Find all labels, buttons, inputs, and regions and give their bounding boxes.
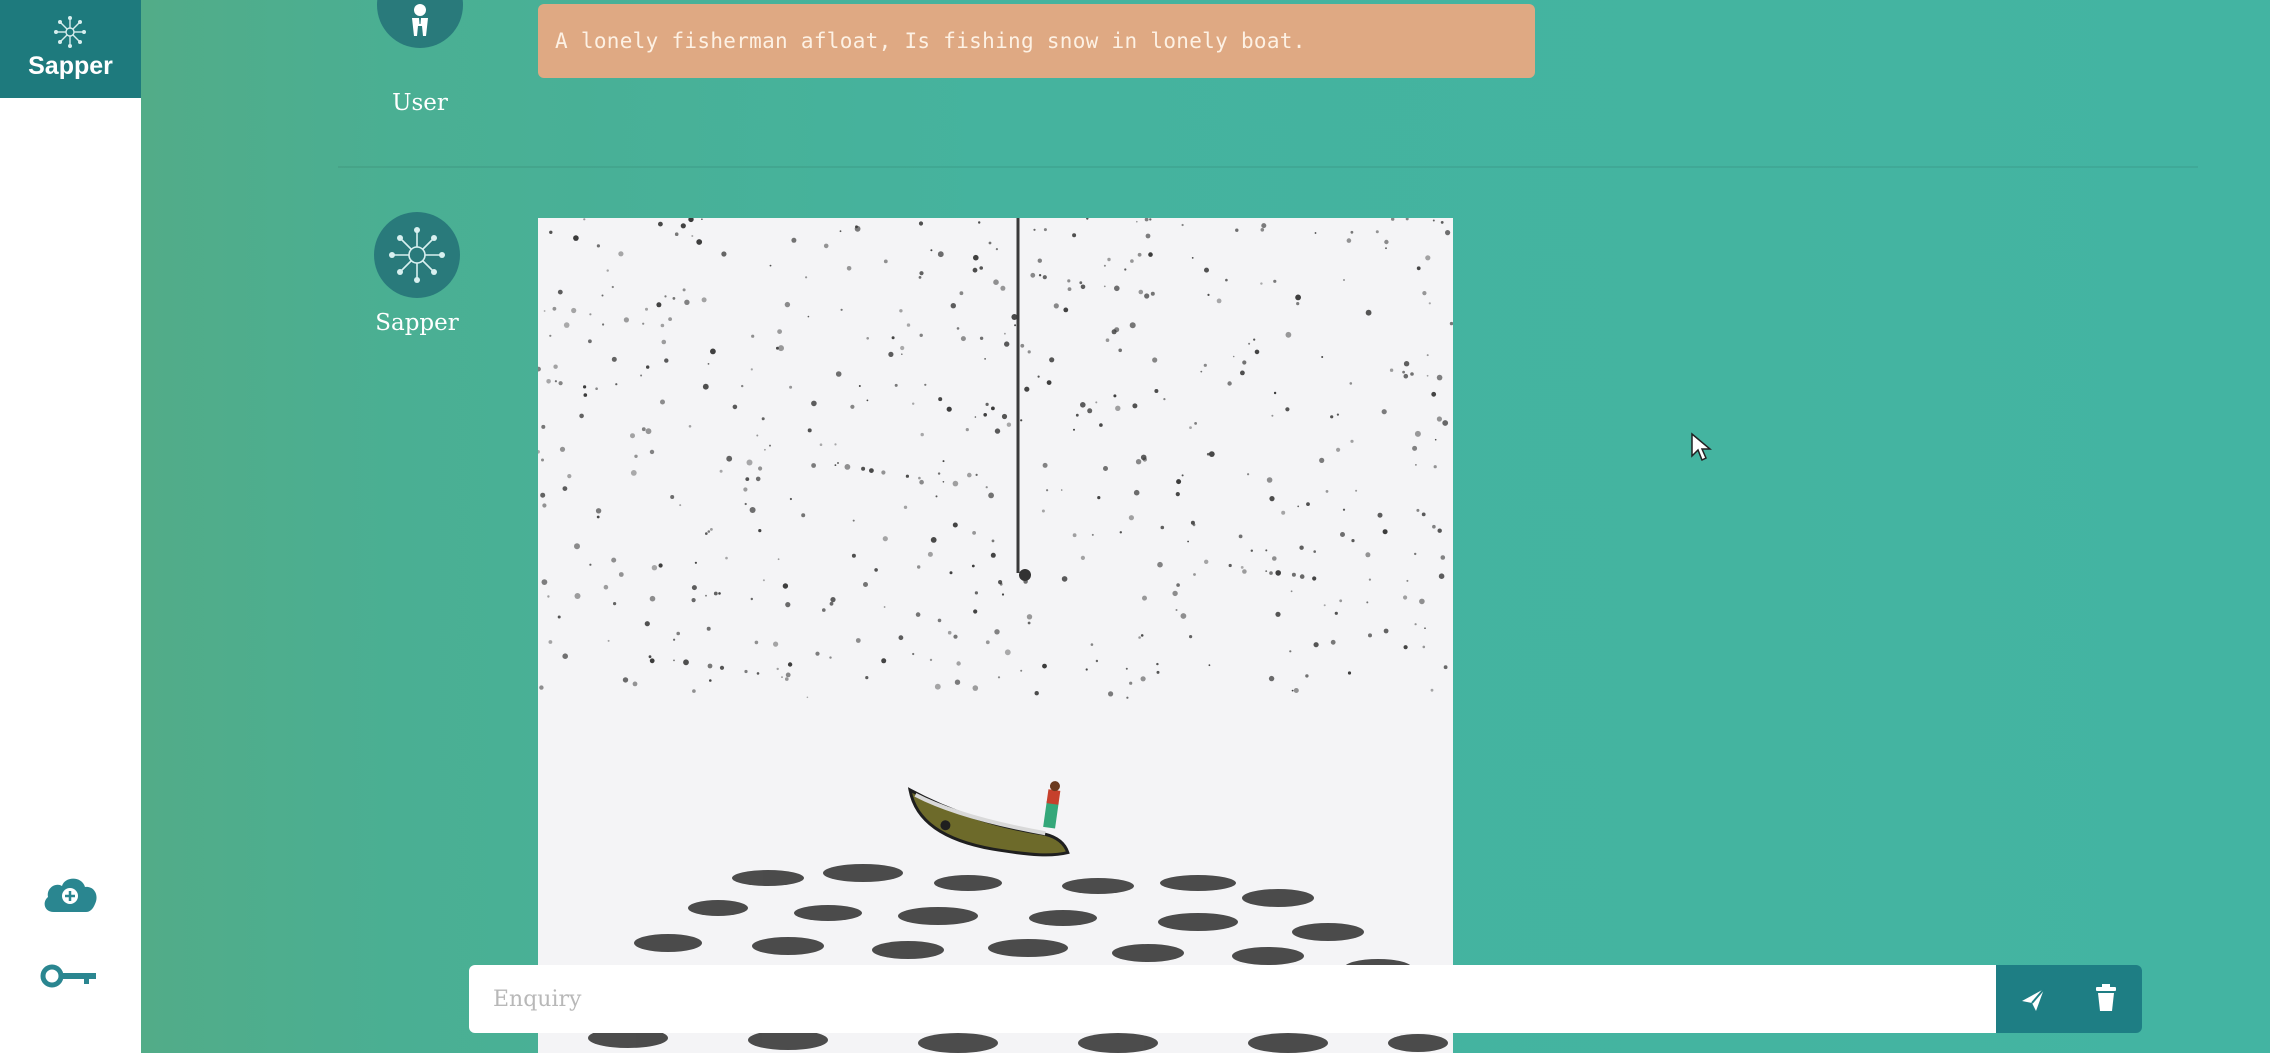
user-name-label: User <box>392 90 448 116</box>
generated-image <box>538 218 1453 1053</box>
sapper-avatar <box>374 212 460 298</box>
send-button[interactable] <box>1996 965 2069 1033</box>
user-message-row: User A lonely fisherman afloat, Is fishi… <box>141 0 2270 170</box>
action-buttons <box>1996 965 2142 1033</box>
network-icon <box>389 227 445 283</box>
user-avatar <box>377 0 463 48</box>
cloud-upload-icon[interactable] <box>40 872 100 916</box>
message-divider <box>338 166 2198 168</box>
chat-area: User A lonely fisherman afloat, Is fishi… <box>141 0 2270 1053</box>
trash-icon <box>2096 984 2116 1011</box>
person-icon <box>412 4 428 36</box>
sidebar: Sapper <box>0 0 141 1053</box>
snow-fishing-illustration <box>538 218 1453 1053</box>
brand-name: Sapper <box>28 52 113 80</box>
sapper-name-label: Sapper <box>375 310 459 336</box>
user-message-bubble: A lonely fisherman afloat, Is fishing sn… <box>538 4 1535 78</box>
mouse-cursor-icon <box>1691 432 1712 462</box>
network-logo-icon <box>54 16 86 48</box>
key-icon[interactable] <box>40 960 100 992</box>
brand-header[interactable]: Sapper <box>0 0 141 98</box>
input-bar <box>469 965 2142 1033</box>
enquiry-input[interactable] <box>469 965 1996 1033</box>
send-icon <box>2022 988 2045 1011</box>
delete-button[interactable] <box>2069 965 2142 1033</box>
